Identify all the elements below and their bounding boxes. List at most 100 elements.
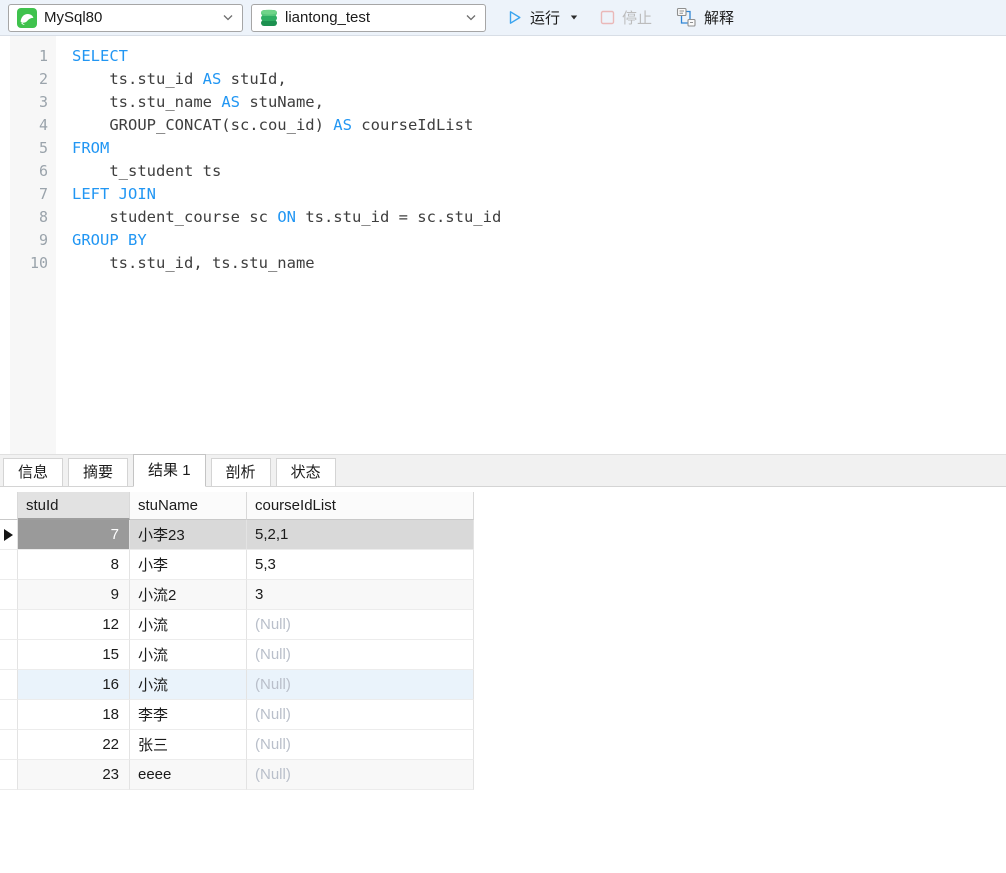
cell-value: 18 [102,706,119,723]
row-gutter-cell[interactable] [0,520,18,550]
cell-courseidlist[interactable]: 3 [247,580,474,610]
connection-value: MySql80 [44,9,103,26]
cell-stuname[interactable]: 小流 [130,610,247,640]
code-lines: SELECT ts.stu_id AS stuId, ts.stu_name A… [56,36,501,454]
run-button[interactable]: 运行 [502,4,582,32]
cell-stuid[interactable]: 23 [18,760,130,790]
database-icon [260,8,278,28]
row-gutter-cell[interactable] [0,610,18,640]
code-line: GROUP_CONCAT(sc.cou_id) AS courseIdList [72,116,474,134]
cell-stuname[interactable]: 小流 [130,670,247,700]
cell-value: (Null) [255,766,291,783]
tab-info[interactable]: 信息 [3,458,64,486]
cell-courseidlist[interactable]: (Null) [247,640,474,670]
cell-stuname[interactable]: eeee [130,760,247,790]
sql-editor[interactable]: 1 2 3 4 5 6 7 8 9 10 SELECT ts.stu_id AS stuId, t… [0,36,1006,454]
cell-stuname[interactable]: 小流2 [130,580,247,610]
cell-value: 23 [102,766,119,783]
row-gutter-cell[interactable] [0,670,18,700]
cell-stuname[interactable]: 李李 [130,700,247,730]
stop-label: 停止 [622,10,653,27]
code-line: student_course sc ON ts.stu_id = sc.stu_… [72,208,502,226]
cell-stuid[interactable]: 18 [18,700,130,730]
table-row[interactable]: 8 小李 5,3 [0,550,474,580]
row-gutter-cell[interactable] [0,730,18,760]
result-tabstrip: 信息 摘要 结果 1 剖析 状态 [0,454,1006,487]
code-line: ts.stu_id, ts.stu_name [72,254,315,272]
code-line: LEFT JOIN [72,185,156,203]
row-gutter-cell[interactable] [0,640,18,670]
row-gutter-cell[interactable] [0,550,18,580]
cell-value: 3 [255,586,264,603]
cell-value: 小李23 [138,527,185,544]
cell-stuid[interactable]: 16 [18,670,130,700]
explain-icon [676,7,697,28]
result-table-body: 7 小李23 5,2,1 8 小李 5,3 9 小流2 3 12 小流 (Null) 15 小流 (Null… [0,520,474,790]
cell-stuname[interactable]: 小李 [130,550,247,580]
editor-gutter: 1 2 3 4 5 6 7 8 9 10 [10,36,56,454]
table-row[interactable]: 7 小李23 5,2,1 [0,520,474,550]
table-row[interactable]: 15 小流 (Null) [0,640,474,670]
cell-value: 22 [102,736,119,753]
code-line: ts.stu_id AS stuId, [72,70,287,88]
column-header-stuname[interactable]: stuName [130,492,247,520]
cell-value: (Null) [255,736,291,753]
cell-courseidlist[interactable]: (Null) [247,700,474,730]
cell-stuid[interactable]: 9 [18,580,130,610]
cell-stuname[interactable]: 小流 [130,640,247,670]
cell-courseidlist[interactable]: 5,2,1 [247,520,474,550]
table-row[interactable]: 23 eeee (Null) [0,760,474,790]
table-row[interactable]: 16 小流 (Null) [0,670,474,700]
stop-button[interactable]: 停止 [596,4,656,32]
cell-courseidlist[interactable]: (Null) [247,610,474,640]
cell-value: 小李 [138,557,169,574]
column-header-stuid[interactable]: stuId [18,492,130,520]
explain-button[interactable]: 解释 [672,4,738,32]
code-line: SELECT [72,47,128,65]
database-select[interactable]: liantong_test [251,3,486,32]
cell-stuid[interactable]: 22 [18,730,130,760]
connection-select[interactable]: MySql80 [8,3,243,32]
line-number: 6 [38,162,48,180]
run-icon [506,9,523,26]
header-gutter-cell[interactable] [0,492,18,520]
cell-value: 12 [102,616,119,633]
table-row[interactable]: 22 张三 (Null) [0,730,474,760]
line-number: 3 [38,93,48,111]
run-dropdown-arrow[interactable] [570,15,578,20]
cell-courseidlist[interactable]: 5,3 [247,550,474,580]
tab-status[interactable]: 状态 [275,458,336,486]
tab-summary[interactable]: 摘要 [68,458,129,486]
toolbar: MySql80 liantong_test 运行 停止 解释 [0,0,1006,36]
row-gutter-cell[interactable] [0,580,18,610]
cell-stuname[interactable]: 张三 [130,730,247,760]
cell-value: 张三 [138,737,169,754]
cell-value: 16 [102,676,119,693]
column-header-courseidlist[interactable]: courseIdList [247,492,474,520]
cell-stuid[interactable]: 12 [18,610,130,640]
cell-stuid[interactable]: 7 [18,520,130,550]
tab-result[interactable]: 结果 1 [133,454,206,487]
row-gutter-cell[interactable] [0,760,18,790]
row-gutter-cell[interactable] [0,700,18,730]
tab-profile[interactable]: 剖析 [210,458,271,486]
chevron-down-icon [465,14,477,22]
table-row[interactable]: 12 小流 (Null) [0,610,474,640]
cell-value: 小流2 [138,587,177,604]
cell-courseidlist[interactable]: (Null) [247,670,474,700]
cell-value: 15 [102,646,119,663]
cell-stuid[interactable]: 15 [18,640,130,670]
code-line: t_student ts [72,162,222,180]
cell-value: (Null) [255,676,291,693]
line-number: 10 [29,254,48,272]
cell-stuid[interactable]: 8 [18,550,130,580]
table-row[interactable]: 18 李李 (Null) [0,700,474,730]
cell-stuname[interactable]: 小李23 [130,520,247,550]
cell-courseidlist[interactable]: (Null) [247,730,474,760]
table-row[interactable]: 9 小流2 3 [0,580,474,610]
line-number: 7 [38,185,48,203]
cell-value: 7 [110,526,119,543]
line-number: 1 [38,47,48,65]
cell-courseidlist[interactable]: (Null) [247,760,474,790]
explain-label: 解释 [704,10,735,27]
